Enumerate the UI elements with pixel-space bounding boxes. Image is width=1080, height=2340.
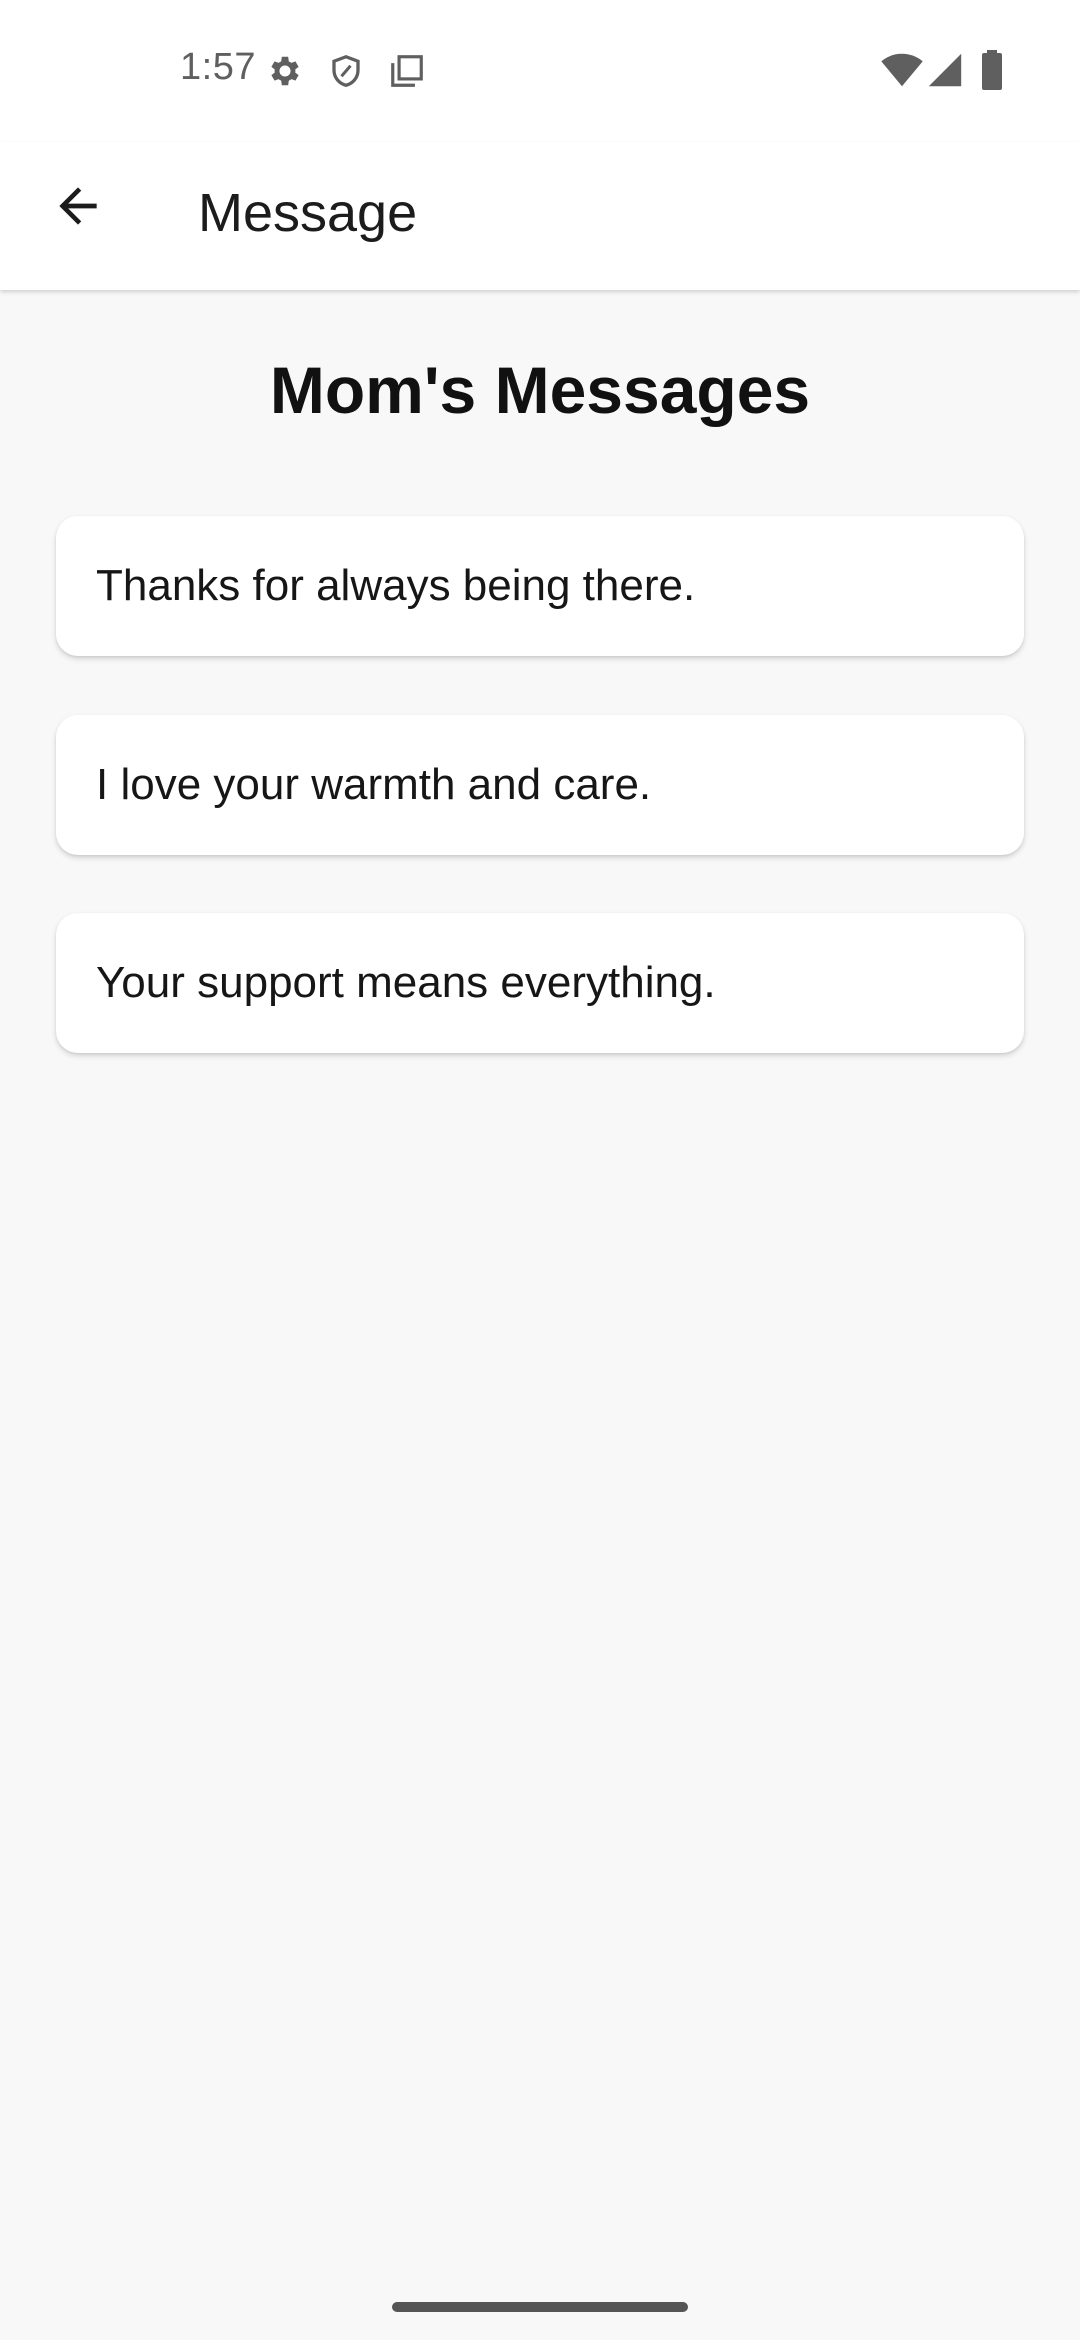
status-time: 1:57	[180, 46, 256, 88]
message-card[interactable]: I love your warmth and care.	[56, 715, 1024, 855]
page-heading: Mom's Messages	[269, 353, 811, 427]
arrow-back-icon	[59, 187, 97, 225]
signal-icon	[928, 53, 962, 87]
app-bar-title: Message	[198, 183, 418, 243]
home-indicator[interactable]	[392, 2302, 688, 2312]
message-text: I love your warmth and care.	[96, 760, 652, 809]
main-content: Mom's Messages Thanks for always being t…	[0, 290, 1080, 2340]
message-text: Thanks for always being there.	[96, 561, 696, 610]
shield-icon	[332, 54, 360, 87]
wifi-icon	[881, 53, 923, 87]
status-bar: 1:57	[0, 0, 1080, 142]
copy-icon	[391, 55, 423, 87]
battery-icon	[982, 50, 1002, 90]
back-button[interactable]	[40, 168, 116, 244]
message-card[interactable]: Your support means everything.	[56, 913, 1024, 1053]
settings-icon	[271, 56, 299, 86]
app-bar: Message	[0, 142, 1080, 290]
message-card[interactable]: Thanks for always being there.	[56, 516, 1024, 656]
message-text: Your support means everything.	[96, 958, 716, 1007]
